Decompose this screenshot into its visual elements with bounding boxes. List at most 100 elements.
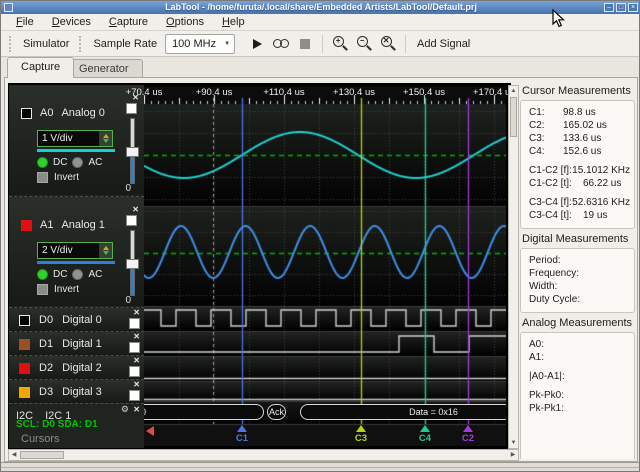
channel-section-digital3: D3 Digital 3 ✕ [9,379,144,403]
plot-area: 60 Ack Data = 0x16 C1 C3 C4 C2 [144,86,506,446]
c2-value: 165.02 us [563,120,607,131]
title-bar[interactable]: LabTool - /home/furuta/.local/share/Embe… [1,1,639,15]
tab-capture[interactable]: Capture [7,57,75,78]
a1-volts-per-div-spinner[interactable]: 2 V/div [37,242,113,259]
stop-icon [300,38,311,49]
zoom-in-button[interactable]: + [329,34,351,54]
close-icon[interactable]: ✕ [132,94,139,102]
labtool-window: LabTool - /home/furuta/.local/share/Embe… [0,0,640,472]
zoom-all-button[interactable]: ✕ [377,34,399,54]
close-button[interactable]: × [628,3,638,12]
add-signal-button[interactable]: Add Signal [411,36,476,52]
d0-visibility-checkbox[interactable] [129,318,140,329]
d2-id-label: D2 [39,362,54,374]
a0-invert-label: Invert [54,172,80,183]
zoom-all-icon: ✕ [380,35,397,52]
spinner-arrows-icon[interactable] [99,131,112,146]
d1-color-swatch[interactable] [19,338,30,350]
toolbar-grip[interactable] [79,35,83,52]
menu-file[interactable]: File [7,15,43,29]
plot-horizontal-scrollbar[interactable]: ◀ ▶ [8,449,519,461]
c1c2-freq-value: 15.1012 KHz [572,165,630,176]
a0-slider-handle[interactable] [126,147,139,157]
a0-visibility-checkbox[interactable] [126,103,137,114]
digital-measurements-title: Digital Measurements [522,233,629,245]
d2-color-swatch[interactable] [19,362,30,374]
continuous-capture-button[interactable] [270,34,292,54]
simulator-button[interactable]: Simulator [17,36,75,52]
a0-invert-checkbox[interactable] [37,172,48,183]
close-icon[interactable]: ✕ [132,206,139,214]
width-label: Width: [529,281,558,292]
menu-help[interactable]: Help [213,15,254,29]
a0-color-swatch[interactable] [21,107,32,119]
cursor-marker-c4[interactable]: C4 [413,425,437,444]
period-label: Period: [529,255,561,266]
d0-color-swatch[interactable] [19,314,30,326]
a1-color-swatch[interactable] [21,219,32,231]
close-icon[interactable]: ✕ [133,309,140,317]
a1-slider-handle[interactable] [126,259,139,269]
scroll-down-icon[interactable]: ▼ [509,438,518,448]
close-icon[interactable]: ✕ [133,357,140,365]
c1c2-time-value: 66.22 us [583,178,622,189]
a1-invert-checkbox[interactable] [37,284,48,295]
analog-measurements-title: Analog Measurements [522,317,633,329]
c3-label: C3: [529,133,545,144]
scroll-up-icon[interactable]: ▲ [509,86,518,96]
minimize-button[interactable]: – [604,3,614,12]
d0-id-label: D0 [39,314,54,326]
scroll-left-icon[interactable]: ◀ [9,450,19,460]
plot-vertical-scrollbar[interactable]: ▲ ▼ [508,85,519,449]
a0-ac-radio[interactable] [72,157,84,168]
tab-generator[interactable]: Generator [65,59,143,78]
stop-button[interactable] [294,34,316,54]
spinner-arrows-icon[interactable] [99,243,112,258]
run-button[interactable] [246,34,268,54]
menu-capture[interactable]: Capture [100,15,157,29]
i2c-decode-bubble-ack: Ack [267,404,286,420]
d2-name-label: Digital 2 [62,362,102,374]
toolbar-separator [405,34,407,53]
d3-name-label: Digital 3 [62,386,102,398]
a0-volts-per-div-spinner[interactable]: 1 V/div [37,130,113,147]
waveform-plot[interactable] [144,86,506,446]
close-icon[interactable]: ✕ [133,405,140,414]
digital-measurements-box: Period: Frequency: Width: Duty Cycle: [520,248,635,313]
d1-id-label: D1 [39,338,54,350]
close-icon[interactable]: ✕ [133,333,140,341]
a1-dc-radio[interactable] [37,269,48,280]
a1-id-label: A1 [40,219,54,231]
chevron-down-icon: ▼ [224,40,231,47]
d1-name-label: Digital 1 [62,338,102,350]
cursor-marker-c1[interactable]: C1 [230,425,254,444]
toolbar-grip[interactable] [9,35,13,52]
gear-icon[interactable]: ⚙ [121,405,129,414]
scroll-right-icon[interactable]: ▶ [508,450,518,460]
d2-visibility-checkbox[interactable] [129,366,140,377]
zoom-out-button[interactable]: − [353,34,375,54]
a0-zero-label: 0 [125,183,131,194]
horizontal-scroll-thumb[interactable] [20,451,64,459]
menu-options[interactable]: Options [157,15,213,29]
a0-dc-radio[interactable] [37,157,48,168]
cursor-marker-c3[interactable]: C3 [349,425,373,444]
a1-dc-label: DC [53,269,68,280]
d3-color-swatch[interactable] [19,386,30,398]
vertical-scroll-thumb[interactable] [510,97,517,137]
c4-label: C4: [529,146,545,157]
menu-devices[interactable]: Devices [43,15,100,29]
trigger-marker[interactable] [146,426,154,436]
cursor-marker-c2[interactable]: C2 [456,425,480,444]
a1-visibility-checkbox[interactable] [126,215,137,226]
d1-visibility-checkbox[interactable] [129,342,140,353]
i2c-decode-bubble-data: Data = 0x16 [300,404,506,420]
d3-visibility-checkbox[interactable] [129,390,140,401]
close-icon[interactable]: ✕ [133,381,140,389]
cursors-label: Cursors [21,433,60,445]
c1c2-time-label: C1-C2 [t]: [529,178,572,189]
c3c4-time-label: C3-C4 [t]: [529,210,572,221]
a1-ac-radio[interactable] [72,269,84,280]
maximize-button[interactable]: □ [616,3,626,12]
sample-rate-combobox[interactable]: 100 MHz ▼ [165,33,236,54]
